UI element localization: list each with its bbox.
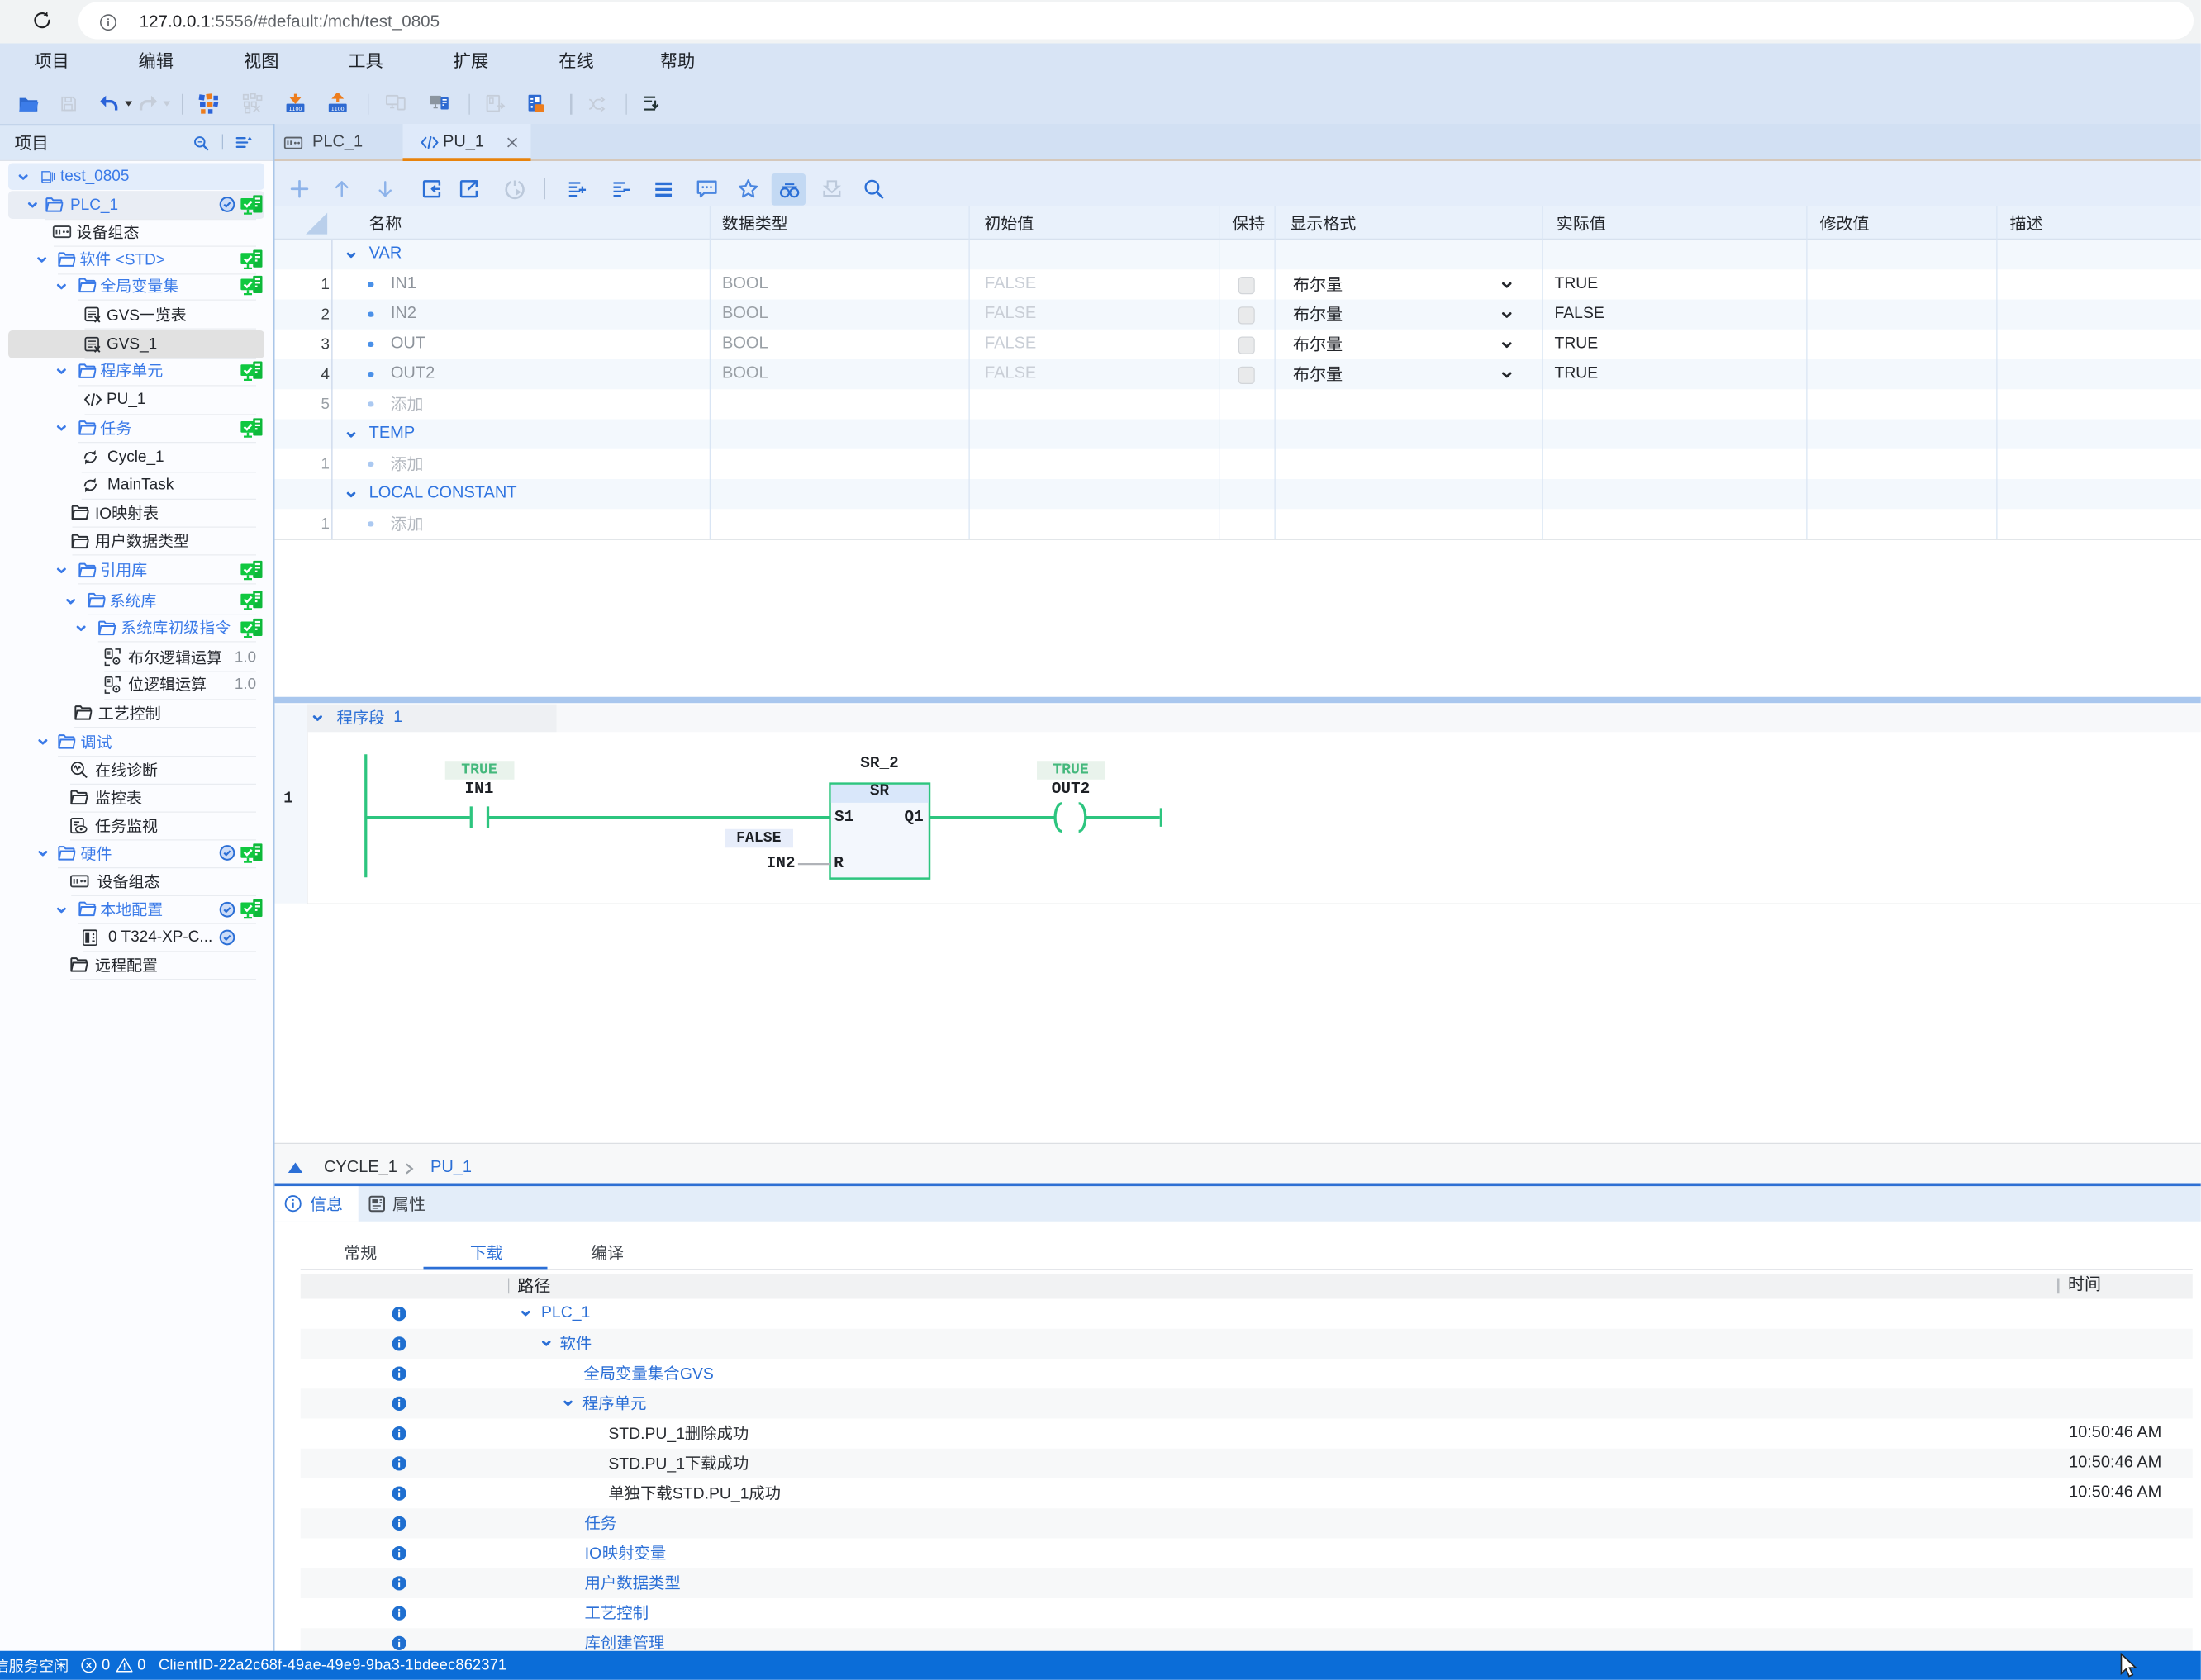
svg-text:IIOO: IIOO xyxy=(288,107,302,112)
svg-text:IIOO: IIOO xyxy=(331,107,345,112)
